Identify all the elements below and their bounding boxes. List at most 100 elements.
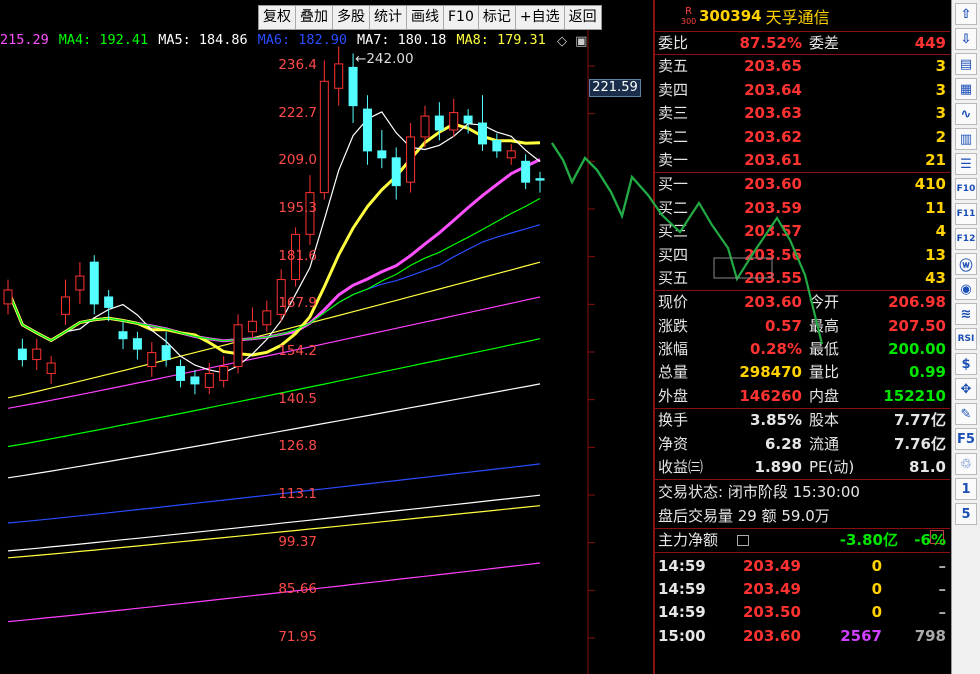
fundamental-label: 收益㈢ (658, 458, 704, 477)
bid-row[interactable]: 买三 203.57 4 (655, 220, 950, 243)
overlay-button[interactable]: 叠加 (296, 6, 333, 29)
market-badge-icon: R 300 (681, 6, 697, 27)
trade-row: 14:59 203.49 0 – (655, 555, 950, 578)
ask-row[interactable]: 卖二 203.62 2 (655, 126, 950, 149)
side-tool-icon[interactable]: RSI (955, 328, 977, 350)
ask-row[interactable]: 卖一 203.61 21 (655, 149, 950, 172)
side-tool-icon[interactable]: ⓦ (955, 253, 977, 275)
ma-line (6, 158, 541, 343)
quote-stats: 现价 203.60 今开 206.98 涨跌 0.57 最高 207.50 涨幅 0.28% 最低 2… (655, 291, 950, 410)
add-watchlist-button[interactable]: +自选 (516, 6, 565, 29)
ma-line (6, 122, 541, 357)
side-tool-icon[interactable]: F5 (955, 428, 977, 450)
slow-ma-line (7, 383, 541, 479)
quote-value: 298470 (739, 363, 802, 382)
back-button[interactable]: 返回 (565, 6, 601, 29)
main-net-row: 主力净额 -3.80亿 -6% (655, 529, 950, 553)
ask-row[interactable]: 卖四 203.64 3 (655, 79, 950, 102)
side-tool-icon[interactable]: ≋ (955, 303, 977, 325)
ma-legend-item: MA5: 184.86 (158, 32, 248, 48)
ma-legend-item: MA7: 180.18 (357, 32, 447, 48)
fundamental-label: 净资 (658, 434, 689, 453)
ask-label: 卖一 (658, 150, 689, 169)
side-tool-icon[interactable]: $ (955, 353, 977, 375)
mark-button[interactable]: 标记 (479, 6, 516, 29)
price-tick-label: 167.9 (278, 295, 317, 312)
candle-body (420, 115, 430, 138)
restore-rights-button[interactable]: 复权 (259, 6, 296, 29)
side-tool-icon[interactable]: 1 (955, 478, 977, 500)
statistics-button[interactable]: 统计 (370, 6, 407, 29)
trade-direction: 798 (914, 626, 946, 645)
ask-volume: 2 (935, 127, 946, 146)
side-tool-icon[interactable]: ∿ (955, 103, 977, 125)
trade-status: 交易状态: 闭市阶段 15:30:00 盘后交易量 29 额 59.0万 (655, 480, 950, 544)
side-tool-icon[interactable]: ⇧ (955, 3, 977, 25)
window-icon[interactable]: ▣ (575, 34, 587, 49)
bid-row[interactable]: 买五 203.55 43 (655, 267, 950, 290)
multi-stock-button[interactable]: 多股 (333, 6, 370, 29)
main-net-value: -3.80亿 (839, 531, 898, 550)
trade-direction: – (938, 603, 947, 622)
bid-row[interactable]: 买四 203.56 13 (655, 244, 950, 267)
tick-trades: 14:59 203.49 0–14:59 203.49 0–14:59 203.50 0–1… (655, 553, 950, 648)
side-tool-icon[interactable]: ⇩ (955, 28, 977, 50)
diamond-icon[interactable]: ◇ (557, 34, 567, 49)
chart-controls[interactable]: ◇ ▣ (553, 34, 587, 49)
f10-button[interactable]: F10 (444, 6, 479, 29)
price-tick-label: 181.6 (278, 247, 317, 264)
side-tool-icon[interactable]: ◉ (955, 278, 977, 300)
candle-body (61, 296, 71, 315)
side-tool-icon[interactable]: 5 (955, 503, 977, 525)
bid-row[interactable]: 买二 203.59 11 (655, 197, 950, 220)
kline-chart-canvas[interactable] (0, 0, 824, 674)
side-tool-icon[interactable]: ▤ (955, 53, 977, 75)
trade-price: 203.49 (743, 580, 801, 599)
candle-body (247, 320, 257, 333)
candle-body (334, 63, 344, 89)
side-tool-icon[interactable]: ▦ (955, 78, 977, 100)
ask-volume: 3 (935, 57, 946, 76)
draw-line-button[interactable]: 画线 (407, 6, 444, 29)
candle-body (492, 139, 502, 152)
quote-label: 外盘 (658, 386, 689, 405)
peak-price-label: ←242.00 (355, 51, 414, 67)
side-tool-icon[interactable]: F12 (955, 228, 977, 250)
quote-row: 外盘 146260 内盘 152210 (655, 385, 950, 408)
quote-label: 总量 (658, 363, 689, 382)
price-tick-label: 71.95 (278, 629, 317, 645)
fundamental-value: 7.77亿 (893, 411, 946, 430)
ask-row[interactable]: 卖三 203.63 3 (655, 102, 950, 125)
quote-panel: R 300 300394 天孚通信 委比 87.52% 委差 449 卖五 203.… (653, 0, 950, 674)
kline-chart[interactable]: 215.29 MA4: 192.41 MA5: 184.86 MA6: 182.90 M… (0, 0, 824, 674)
candle-body (319, 80, 329, 194)
bid-row[interactable]: 买一 203.60 410 (655, 173, 950, 196)
side-tool-icon[interactable]: ✎ (955, 403, 977, 425)
candle-body (377, 150, 387, 159)
candle-body (506, 150, 516, 159)
slow-ma-line (7, 562, 541, 623)
stock-code: 300394 (699, 6, 762, 25)
fundamental-value: 6.28 (764, 434, 802, 453)
bid-price: 203.60 (744, 175, 802, 194)
candle-body (17, 348, 27, 361)
bid-label: 买三 (658, 222, 689, 241)
side-tool-icon[interactable]: F11 (955, 203, 977, 225)
ma-legend-item: MA6: 182.90 (257, 32, 347, 48)
bid-price: 203.57 (744, 222, 802, 241)
candle-body (118, 331, 128, 340)
fundamental-value: 7.76亿 (893, 434, 946, 453)
ask-label: 卖三 (658, 104, 689, 123)
side-tool-icon[interactable]: ☰ (955, 153, 977, 175)
side-tool-icon[interactable]: ♲ (955, 453, 977, 475)
fundamental-row: 换手 3.85% 股本 7.77亿 (655, 409, 950, 432)
fundamental-value: 3.85% (749, 411, 802, 430)
ask-volume: 21 (925, 150, 946, 169)
ask-row[interactable]: 卖五 203.65 3 (655, 55, 950, 78)
side-tool-icon[interactable]: ▥ (955, 128, 977, 150)
quote-value: 200.00 (888, 340, 946, 359)
side-tool-icon[interactable]: ✥ (955, 378, 977, 400)
quote-value: 0.99 (908, 363, 946, 382)
side-tool-icon[interactable]: F10 (955, 178, 977, 200)
list-icon[interactable] (737, 535, 749, 547)
